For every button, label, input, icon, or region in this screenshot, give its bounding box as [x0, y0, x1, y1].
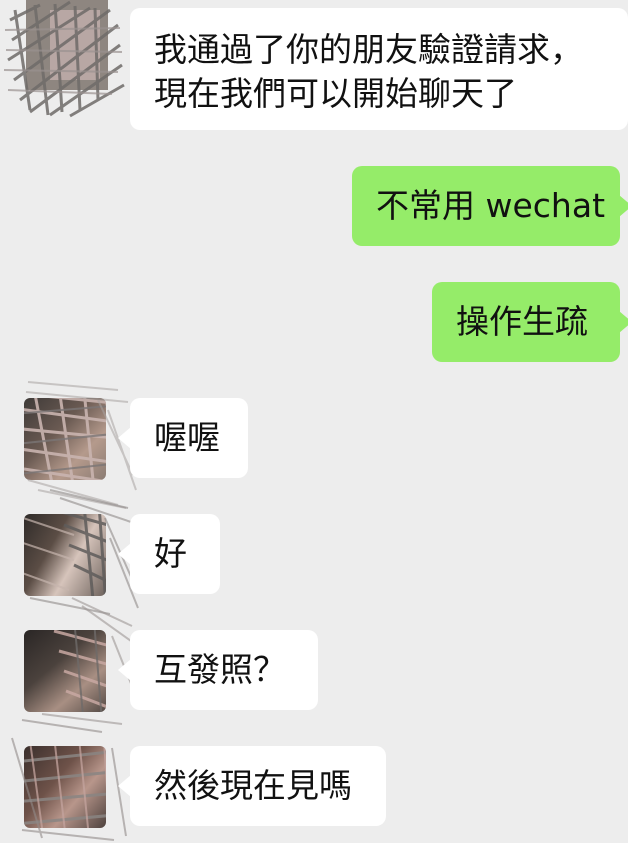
- contact-avatar[interactable]: [24, 746, 106, 828]
- bubble-tail: [619, 195, 628, 217]
- bubble-tail: [118, 775, 131, 797]
- message-text: 好: [154, 534, 187, 573]
- message-bubble-incoming[interactable]: 然後現在見嗎: [118, 746, 386, 826]
- message-bubble-incoming[interactable]: 我通過了你的朋友驗證請求， 現在我們可以開始聊天了: [130, 8, 628, 130]
- redaction-scribble-icon: [24, 746, 106, 828]
- message-text: 我通過了你的朋友驗證請求，: [154, 30, 583, 69]
- message-bubble-incoming[interactable]: 喔喔: [118, 398, 248, 478]
- message-bubble-outgoing[interactable]: 不常用 wechat: [352, 166, 628, 246]
- message-text: 互發照？: [154, 650, 286, 689]
- message-text: 不常用 wechat: [376, 186, 606, 225]
- message-bubble-incoming[interactable]: 好: [118, 514, 220, 594]
- chat-message-list[interactable]: 我通過了你的朋友驗證請求， 現在我們可以開始聊天了 不常用 wechat 操作生…: [0, 0, 628, 843]
- redaction-scribble-icon: [53, 630, 106, 712]
- redaction-scribble-icon: [24, 514, 106, 596]
- contact-avatar[interactable]: [24, 514, 106, 596]
- message-text: 操作生疏: [456, 302, 588, 341]
- redaction-scribble-icon: [24, 398, 106, 480]
- message-text: 喔喔: [154, 418, 220, 457]
- bubble-tail: [619, 311, 628, 333]
- bubble-tail: [118, 543, 131, 565]
- contact-avatar[interactable]: [24, 630, 106, 712]
- contact-avatar-redacted[interactable]: [0, 0, 130, 118]
- message-text: 然後現在見嗎: [154, 766, 352, 805]
- message-text: 現在我們可以開始聊天了: [154, 74, 517, 113]
- bubble-tail: [118, 659, 131, 681]
- message-bubble-outgoing[interactable]: 操作生疏: [432, 282, 628, 362]
- contact-avatar[interactable]: [24, 398, 106, 480]
- message-bubble-incoming[interactable]: 互發照？: [118, 630, 318, 710]
- bubble-tail: [118, 427, 131, 449]
